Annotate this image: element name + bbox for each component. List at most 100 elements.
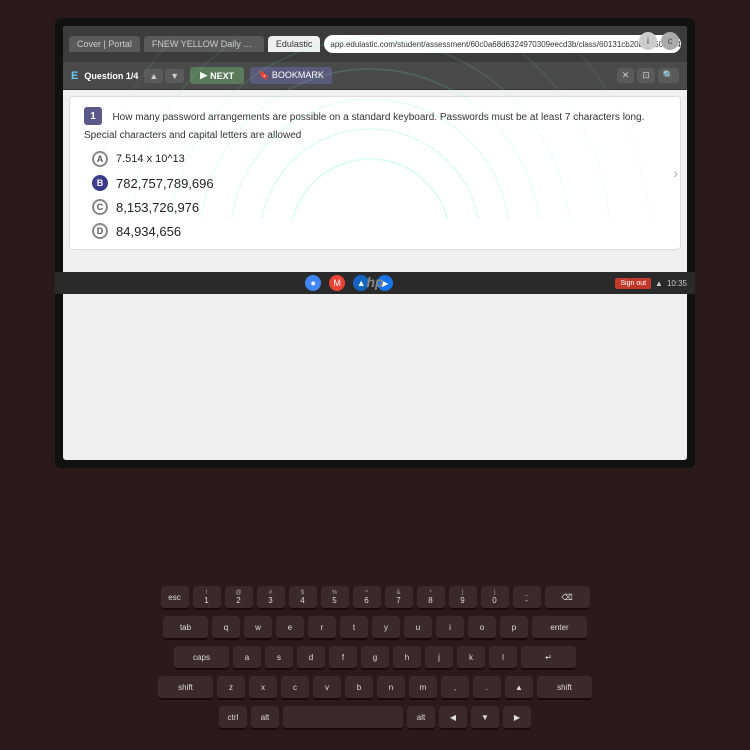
key-right[interactable]: ▶ — [503, 706, 531, 730]
key-alt-l[interactable]: alt — [251, 706, 279, 730]
key-5[interactable]: %5 — [321, 586, 349, 610]
key-x[interactable]: x — [249, 676, 277, 700]
expand-icon-btn[interactable]: ⊡ — [637, 68, 655, 83]
key-period[interactable]: . — [473, 676, 501, 700]
key-tab[interactable]: tab — [163, 616, 208, 640]
option-a[interactable]: A 7.514 x 10^13 — [92, 151, 666, 167]
key-d[interactable]: d — [297, 646, 325, 670]
key-t[interactable]: t — [340, 616, 368, 640]
chrome-icon[interactable]: ● — [305, 275, 321, 291]
key-caps[interactable]: caps — [174, 646, 229, 670]
key-comma[interactable]: , — [441, 676, 469, 700]
keyboard-area: esc !1 @2 #3 $4 %5 ^6 &7 *8 (9 )0 _- ⌫ t… — [0, 470, 750, 750]
key-q[interactable]: q — [212, 616, 240, 640]
corner-buttons: i c — [639, 32, 679, 50]
refresh-icon: c — [668, 36, 673, 47]
hp-logo: hp — [366, 274, 383, 290]
tab-yellow[interactable]: FNEW YELLOW Daily Schedu... — [144, 36, 264, 52]
right-arrow-icon[interactable]: › — [673, 165, 678, 181]
gmail-icon[interactable]: M — [329, 275, 345, 291]
question-label: Question 1/4 — [84, 71, 138, 81]
key-i[interactable]: i — [436, 616, 464, 640]
option-a-circle: A — [92, 151, 108, 167]
key-f[interactable]: f — [329, 646, 357, 670]
option-d-text: 84,934,656 — [116, 224, 181, 239]
sign-out-button[interactable]: Sign out — [615, 278, 651, 289]
key-r[interactable]: r — [308, 616, 336, 640]
refresh-button[interactable]: c — [661, 32, 679, 50]
key-w[interactable]: w — [244, 616, 272, 640]
key-c[interactable]: c — [281, 676, 309, 700]
key-backspace[interactable]: ⌫ — [545, 586, 590, 610]
key-k[interactable]: k — [457, 646, 485, 670]
nav-up-btn[interactable]: ▲ — [144, 69, 163, 83]
key-ctrl-l[interactable]: ctrl — [219, 706, 247, 730]
browser-chrome: Cover | Portal FNEW YELLOW Daily Schedu.… — [63, 26, 687, 62]
toolbar: E Question 1/4 ▲ ▼ ▶ NEXT 🔖 BOOKMARK ✕ ⊡ — [63, 62, 687, 90]
key-y[interactable]: y — [372, 616, 400, 640]
toolbar-icons: ✕ ⊡ 🔍 — [617, 68, 679, 83]
next-button[interactable]: ▶ NEXT — [190, 67, 244, 84]
key-left[interactable]: ◀ — [439, 706, 467, 730]
key-esc[interactable]: esc — [161, 586, 189, 610]
key-4[interactable]: $4 — [289, 586, 317, 610]
key-s[interactable]: s — [265, 646, 293, 670]
key-7[interactable]: &7 — [385, 586, 413, 610]
key-shift-l[interactable]: shift — [158, 676, 213, 700]
option-d[interactable]: D 84,934,656 — [92, 223, 666, 239]
bookmark-button[interactable]: 🔖 BOOKMARK — [250, 67, 332, 84]
key-e[interactable]: e — [276, 616, 304, 640]
key-b[interactable]: b — [345, 676, 373, 700]
next-arrow-icon: ▶ — [200, 70, 207, 81]
key-space[interactable] — [283, 706, 403, 730]
key-enter-2[interactable]: ↵ — [521, 646, 576, 670]
key-9[interactable]: (9 — [449, 586, 477, 610]
key-2[interactable]: @2 — [225, 586, 253, 610]
info-button[interactable]: i — [639, 32, 657, 50]
key-l[interactable]: l — [489, 646, 517, 670]
time-display: 10:35 — [667, 279, 687, 288]
key-row-3: caps a s d f g h j k l ↵ — [30, 646, 720, 670]
nav-down-btn[interactable]: ▼ — [165, 69, 184, 83]
key-a[interactable]: a — [233, 646, 261, 670]
option-c-text: 8,153,726,976 — [116, 200, 199, 215]
key-g[interactable]: g — [361, 646, 389, 670]
question-header: 1 How many password arrangements are pos… — [84, 107, 666, 143]
key-n[interactable]: n — [377, 676, 405, 700]
screen-bezel: Cover | Portal FNEW YELLOW Daily Schedu.… — [55, 18, 695, 468]
key-0[interactable]: )0 — [481, 586, 509, 610]
key-6[interactable]: ^6 — [353, 586, 381, 610]
key-enter[interactable]: enter — [532, 616, 587, 640]
key-minus[interactable]: _- — [513, 586, 541, 610]
tab-edulastic[interactable]: Edulastic — [268, 36, 321, 52]
key-p[interactable]: p — [500, 616, 528, 640]
address-bar[interactable]: app.edulastic.com/student/assessment/60c… — [324, 35, 681, 53]
taskbar-right: Sign out ▲ 10:35 — [615, 278, 687, 289]
key-m[interactable]: m — [409, 676, 437, 700]
key-z[interactable]: z — [217, 676, 245, 700]
answer-options: A 7.514 x 10^13 B 782,757,789,696 — [84, 151, 666, 239]
key-u[interactable]: u — [404, 616, 432, 640]
key-j[interactable]: j — [425, 646, 453, 670]
key-down[interactable]: ▼ — [471, 706, 499, 730]
key-3[interactable]: #3 — [257, 586, 285, 610]
key-row-2: tab q w e r t y u i o p enter — [30, 616, 720, 640]
option-c[interactable]: C 8,153,726,976 — [92, 199, 666, 215]
key-v[interactable]: v — [313, 676, 341, 700]
question-text: How many password arrangements are possi… — [84, 112, 644, 141]
key-row-4: shift z x c v b n m , . ▲ shift — [30, 676, 720, 700]
search-icon-btn[interactable]: 🔍 — [658, 68, 679, 83]
key-h[interactable]: h — [393, 646, 421, 670]
key-8[interactable]: *8 — [417, 586, 445, 610]
key-up[interactable]: ▲ — [505, 676, 533, 700]
key-1[interactable]: !1 — [193, 586, 221, 610]
tab-cover[interactable]: Cover | Portal — [69, 36, 140, 52]
option-b[interactable]: B 782,757,789,696 — [92, 175, 666, 191]
option-b-circle: B — [92, 175, 108, 191]
key-shift-r[interactable]: shift — [537, 676, 592, 700]
taskbar-app-icons: ● M ▲ ▶ — [83, 275, 615, 291]
key-o[interactable]: o — [468, 616, 496, 640]
key-alt-r[interactable]: alt — [407, 706, 435, 730]
close-icon-btn[interactable]: ✕ — [617, 68, 635, 83]
option-c-circle: C — [92, 199, 108, 215]
